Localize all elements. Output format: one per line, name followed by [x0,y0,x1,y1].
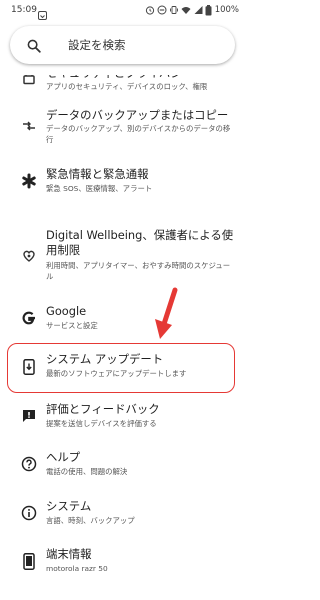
device-info-icon [18,550,40,572]
feedback-icon [18,405,40,427]
settings-item-backup[interactable]: データのバックアップまたはコピー データのバックアップ、別のデバイスからのデータ… [0,104,245,148]
asterisk-icon [18,170,40,192]
settings-item-title: 緊急情報と緊急通報 [46,167,149,181]
settings-item-title: データのバックアップまたはコピー [46,108,229,122]
settings-item-subtitle: 提案を送信しデバイスを評価する [46,419,157,428]
settings-item-subtitle: 緊急 SOS、医療情報、アラート [46,184,153,193]
settings-item-emergency[interactable]: 緊急情報と緊急通報 緊急 SOS、医療情報、アラート [0,164,245,198]
settings-item-title: 評価とフィードバック [46,402,160,416]
google-icon [18,307,40,329]
settings-item-subtitle: アプリのセキュリティ、デバイスのロック、権限 [46,82,208,91]
settings-item-subtitle: 言語、時刻、バックアップ [46,516,135,525]
list-top-fade [0,64,245,75]
highlight-box [7,343,235,393]
red-arrow-icon [155,287,178,339]
settings-item-title: システム [46,499,92,513]
settings-item-subtitle: motorola razr 50 [46,564,108,573]
settings-item-help[interactable]: ヘルプ 電話の使用、問題の解決 [0,448,245,482]
settings-item-subtitle: 利用時間、アプリタイマー、おやすみ時間のスケジュール [46,261,231,281]
wellbeing-icon [18,244,40,266]
settings-item-title: Google [46,304,87,318]
settings-item-about-phone[interactable]: 端末情報 motorola razr 50 [0,545,245,579]
settings-item-subtitle: データのバックアップ、別のデバイスからのデータの移行 [46,124,231,144]
search-bar[interactable]: 設定を検索 [10,26,235,64]
settings-item-google[interactable]: Google サービスと設定 [0,302,245,336]
system-info-icon [18,502,40,524]
settings-item-system[interactable]: システム 言語、時刻、バックアップ [0,497,245,531]
settings-item-title: ヘルプ [46,450,81,464]
search-placeholder: 設定を検索 [68,38,126,52]
settings-list: セキュリティとプライバシー アプリのセキュリティ、デバイスのロック、権限 データ… [0,0,245,600]
settings-item-title: Digital Wellbeing、保護者による使用制限 [46,228,234,257]
settings-item-title: 端末情報 [46,547,92,561]
settings-item-subtitle: 電話の使用、問題の解決 [46,467,128,476]
search-icon [27,38,41,53]
settings-item-digital-wellbeing[interactable]: Digital Wellbeing、保護者による使用制限 利用時間、アプリタイマ… [0,226,245,290]
transfer-icon [18,115,40,137]
settings-item-feedback[interactable]: 評価とフィードバック 提案を送信しデバイスを評価する [0,400,245,434]
help-icon [18,453,40,475]
settings-item-subtitle: サービスと設定 [46,321,98,330]
